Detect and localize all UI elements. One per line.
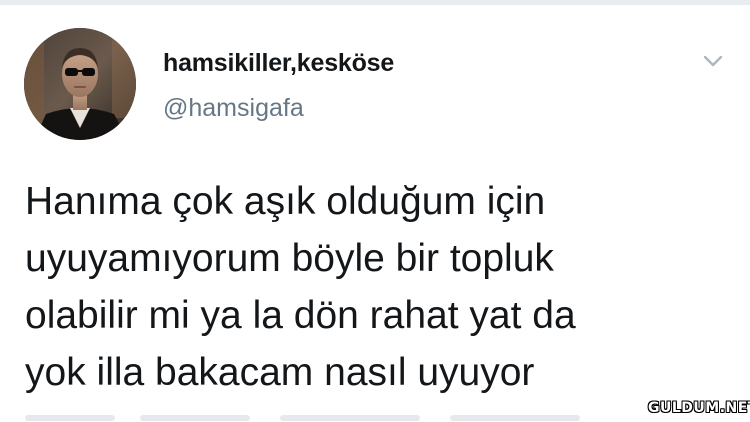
chevron-down-icon[interactable]: [700, 51, 726, 71]
avatar-photo: [24, 28, 136, 140]
watermark: GULDUM.NET: [648, 400, 750, 416]
avatar[interactable]: [24, 28, 136, 140]
tweet-text-line: uyuyamıyorum böyle bir topluk: [25, 237, 554, 280]
tweet-text: Hanıma çok aşık olduğum için uyuyamıyoru…: [25, 173, 715, 401]
user-handle[interactable]: @hamsigafa: [163, 94, 304, 123]
tweet-text-line: Hanıma çok aşık olduğum için: [25, 180, 546, 223]
tweet-text-line: yok illa bakacam nasıl uyuyor: [25, 351, 535, 394]
tweet-text-line: olabilir mi ya la dön rahat yat da: [25, 294, 576, 337]
tweet-card: hamsikiller,kesköse @hamsigafa Hanıma ço…: [0, 5, 750, 421]
cropped-tweet-footer: [0, 410, 750, 422]
display-name[interactable]: hamsikiller,kesköse: [163, 49, 394, 78]
